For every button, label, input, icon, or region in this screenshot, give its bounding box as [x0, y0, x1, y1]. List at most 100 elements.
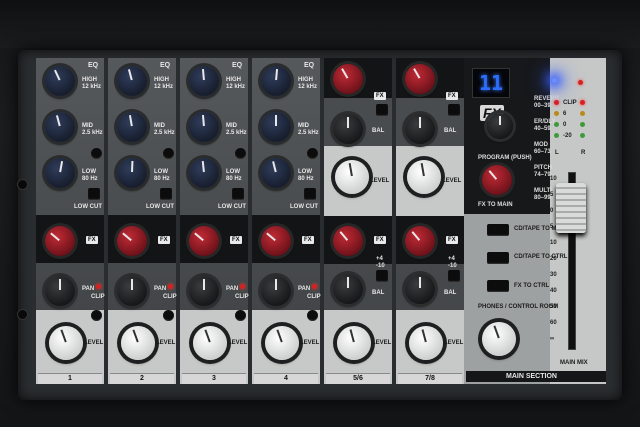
low-cut-button[interactable] [304, 188, 316, 200]
mute-button[interactable] [307, 310, 318, 321]
level-knob[interactable] [193, 326, 227, 360]
eq-mute-button[interactable] [163, 148, 174, 159]
balance-knob[interactable] [333, 114, 363, 144]
mute-button[interactable] [91, 310, 102, 321]
pan-knob[interactable] [189, 276, 219, 306]
power-indicator-led [578, 80, 583, 85]
fx-tag: FX [158, 236, 170, 244]
low-label: LOW [82, 169, 96, 175]
fx-to-ctrl-button[interactable] [487, 280, 509, 292]
eq-low-knob[interactable] [117, 158, 147, 188]
mono-channel-strip: EQ HIGH 12 kHz MID 2.5 kHz LOW 80 Hz LOW CUT FX P… [108, 58, 177, 384]
meter-led-right [580, 133, 585, 138]
eq-low-knob[interactable] [45, 158, 75, 188]
eq-low-knob[interactable] [189, 158, 219, 188]
fx-preset-name: PITCH [534, 165, 552, 171]
pan-knob[interactable] [117, 276, 147, 306]
eq-mid-knob[interactable] [117, 112, 147, 142]
low-freq-label: 80 Hz [154, 176, 170, 182]
fx-to-main-knob[interactable] [482, 165, 512, 195]
meter-right-label: R [581, 150, 586, 156]
eq-high-knob[interactable] [189, 66, 219, 96]
meter-led-right [580, 111, 585, 116]
balance-knob[interactable] [405, 114, 435, 144]
cd-tape-to-ctrl-button[interactable] [487, 252, 509, 264]
eq-low-knob[interactable] [261, 158, 291, 188]
pan-label: PAN [298, 286, 311, 292]
eq-mid-knob[interactable] [189, 112, 219, 142]
gain-switch[interactable] [448, 270, 460, 282]
gain-minus10-label: -10 [448, 263, 457, 269]
mid-label: MID [226, 123, 237, 129]
level-knob[interactable] [337, 326, 371, 360]
fx-send-knob[interactable] [405, 226, 435, 256]
channel-number: 4 [284, 375, 288, 382]
fader-scale-tick: 5 [550, 224, 554, 230]
pan-label: PAN [226, 286, 239, 292]
fx-send-knob[interactable] [333, 226, 363, 256]
low-cut-button[interactable] [160, 188, 172, 200]
fx-send-knob[interactable] [261, 226, 291, 256]
cd-tape-to-mix-button[interactable] [487, 224, 509, 236]
level-label: LEVEL [442, 178, 462, 184]
clip-label: CLIP [307, 294, 321, 300]
level-knob[interactable] [409, 326, 443, 360]
eq-mute-button[interactable] [91, 148, 102, 159]
pan-knob[interactable] [45, 276, 75, 306]
level-label: LEVEL [228, 340, 248, 346]
eq-mid-knob[interactable] [45, 112, 75, 142]
meter-label: 6 [563, 111, 567, 117]
eq-mute-button[interactable] [235, 148, 246, 159]
fx-preset-range: 60–73 [534, 149, 551, 155]
pan-knob[interactable] [261, 276, 291, 306]
phones-level-knob[interactable] [482, 322, 516, 356]
eq-mid-knob[interactable] [261, 112, 291, 142]
eq-high-knob[interactable] [45, 66, 75, 96]
level-label: LEVEL [370, 178, 390, 184]
mid-label: MID [298, 123, 309, 129]
stereo-fx-knob[interactable] [333, 64, 363, 94]
eq-mute-button[interactable] [307, 148, 318, 159]
clip-led [240, 284, 245, 289]
stereo-level-knob[interactable] [335, 160, 369, 194]
eq-high-knob[interactable] [117, 66, 147, 96]
fx-preset-name: ER/DLY [534, 119, 556, 125]
phones-label: PHONES / CONTROL ROOM [478, 304, 559, 310]
mute-button[interactable] [163, 310, 174, 321]
fx-tag: FX [302, 236, 314, 244]
gain-switch[interactable] [376, 270, 388, 282]
high-freq-label: 12 kHz [298, 84, 318, 90]
balance-knob[interactable] [405, 274, 435, 304]
low-freq-label: 80 Hz [226, 176, 242, 182]
main-mix-label: MAIN MIX [560, 360, 588, 366]
eq-high-knob[interactable] [261, 66, 291, 96]
level-knob[interactable] [265, 326, 299, 360]
fx-program-number: 11 [479, 71, 504, 95]
fx-preset-range: 40–59 [534, 126, 551, 132]
gain-switch[interactable] [448, 104, 460, 116]
gain-plus4-label: +4 [376, 256, 383, 262]
channel-number: 2 [140, 375, 144, 382]
eq-label: EQ [160, 62, 171, 69]
fx-send-knob[interactable] [117, 226, 147, 256]
fx-send-knob[interactable] [189, 226, 219, 256]
clip-led [312, 284, 317, 289]
main-mix-fader[interactable] [556, 183, 586, 233]
fx-program-knob[interactable] [487, 113, 513, 139]
fx-tag: FX [86, 236, 98, 244]
balance-knob[interactable] [333, 274, 363, 304]
gain-switch[interactable] [376, 104, 388, 116]
channel-number: 3 [212, 375, 216, 382]
fx-send-knob[interactable] [45, 226, 75, 256]
mute-button[interactable] [235, 310, 246, 321]
low-cut-button[interactable] [88, 188, 100, 200]
fx-preset-name: MOD [534, 142, 548, 148]
low-cut-button[interactable] [232, 188, 244, 200]
stereo-fx-knob[interactable] [405, 64, 435, 94]
channel-number-plate: 3 [182, 373, 246, 384]
level-knob[interactable] [49, 326, 83, 360]
main-section-title-bar: MAIN SECTION [466, 371, 606, 382]
fader-scale-tick: 30 [550, 272, 557, 278]
level-knob[interactable] [121, 326, 155, 360]
stereo-level-knob[interactable] [407, 160, 441, 194]
